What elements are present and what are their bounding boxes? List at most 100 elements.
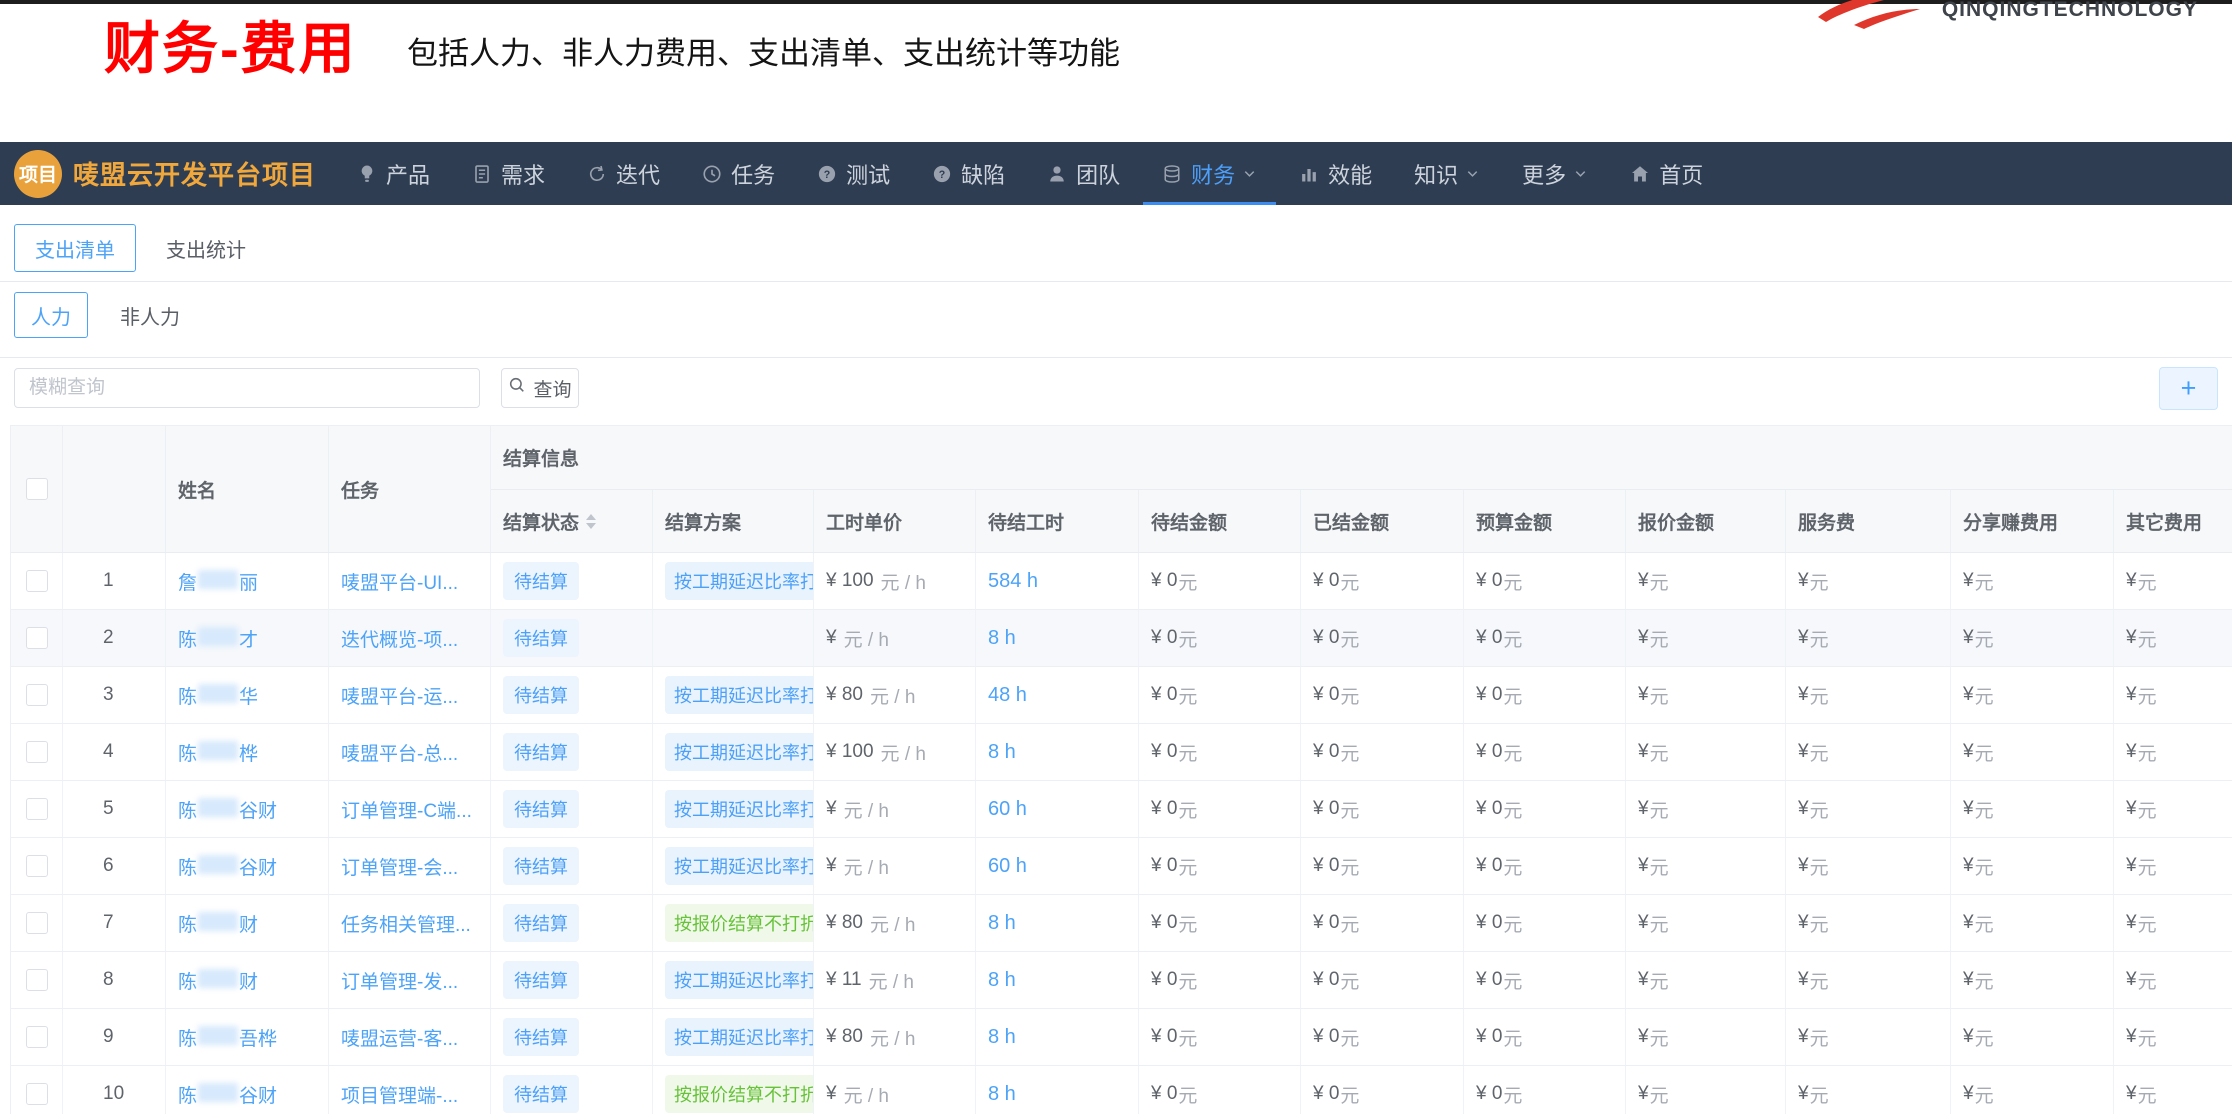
tab-支出清单-active[interactable]: 支出清单 [14,224,136,272]
name-cell: 陈吾桦 [166,1009,329,1066]
nav-item-label: 更多 [1522,158,1566,190]
row-checkbox[interactable] [26,912,48,934]
row-checkbox[interactable] [26,855,48,877]
row-checkbox[interactable] [26,627,48,649]
task-link[interactable]: 任务相关管理... [341,910,471,937]
member-name-link[interactable]: 陈华 [178,682,258,709]
nav-item-效能[interactable]: 效能 [1278,142,1393,205]
subtab-人力-active[interactable]: 人力 [14,292,88,338]
nav-item-产品[interactable]: 产品 [336,142,451,205]
row-checkbox[interactable] [26,684,48,706]
sort-icon[interactable] [586,514,596,529]
row-checkbox[interactable] [26,969,48,991]
pending-hours-link[interactable]: 584 h [988,570,1038,593]
settle-plan-cell: 按工期延迟比率打折 [653,1009,814,1066]
settle-plan-cell: 按工期延迟比率打折 [653,724,814,781]
row-index: 10 [63,1066,166,1114]
nav-item-首页[interactable]: 首页 [1609,142,1724,205]
pending-amount-cell: ¥ 0元 [1139,1009,1301,1066]
tab-支出统计[interactable]: 支出统计 [166,234,246,263]
nav-item-知识[interactable]: 知识 [1393,142,1501,205]
task-link[interactable]: 唛盟平台-运... [341,682,458,709]
nav-item-迭代[interactable]: 迭代 [566,142,681,205]
row-checkbox[interactable] [26,798,48,820]
subtab-非人力[interactable]: 非人力 [120,301,180,330]
pending-hours-link[interactable]: 60 h [988,855,1027,878]
nav-item-团队[interactable]: 团队 [1026,142,1141,205]
settle-plan-badge: 按工期延迟比率打折 [665,733,814,771]
pending-hours-link[interactable]: 8 h [988,1026,1016,1049]
other-fee-cell: ¥ 元 [2114,553,2232,610]
pending-hours-cell: 584 h [976,553,1139,610]
name-cell: 陈财 [166,952,329,1009]
budget-amount-cell: ¥ 0元 [1464,838,1626,895]
pending-hours-cell: 8 h [976,1066,1139,1114]
pending-hours-link[interactable]: 8 h [988,1083,1016,1106]
member-name-link[interactable]: 陈桦 [178,739,258,766]
nav-item-label: 团队 [1076,158,1120,190]
member-name-link[interactable]: 陈财 [178,910,258,937]
task-link[interactable]: 唛盟平台-总... [341,739,458,766]
row-checkbox[interactable] [26,741,48,763]
search-button[interactable]: 查询 [501,368,579,408]
member-name-link[interactable]: 陈财 [178,967,258,994]
row-checkbox[interactable] [26,1026,48,1048]
plus-icon: + [2181,375,2197,402]
member-name-link[interactable]: 陈谷财 [178,853,277,880]
tabs-expense: 支出清单 支出统计 [14,224,246,272]
nav-item-label: 需求 [501,158,545,190]
svg-text:?: ? [939,168,945,180]
row-checkbox[interactable] [26,1083,48,1105]
select-all-checkbox[interactable] [26,478,48,500]
search-input[interactable] [14,368,480,408]
member-name-link[interactable]: 陈谷财 [178,796,277,823]
document-icon [472,164,492,184]
row-index: 2 [63,610,166,667]
other-fee-cell: ¥ 元 [2114,952,2232,1009]
pending-hours-link[interactable]: 8 h [988,912,1016,935]
quote-amount-cell: ¥ 元 [1626,895,1786,952]
settled-amount-cell: ¥ 0元 [1301,667,1464,724]
row-checkbox[interactable] [26,570,48,592]
row-checkbox-cell [11,610,63,667]
hour-rate-cell: ¥ 100元 / h [814,553,976,610]
nav-item-测试[interactable]: ?测试 [796,142,911,205]
page-title: 财务-费用 [104,4,357,85]
member-name-link[interactable]: 陈吾桦 [178,1024,277,1051]
pending-hours-link[interactable]: 48 h [988,684,1027,707]
member-name-link[interactable]: 詹丽 [178,568,258,595]
pending-hours-link[interactable]: 8 h [988,969,1016,992]
nav-item-需求[interactable]: 需求 [451,142,566,205]
task-link[interactable]: 唛盟运营-客... [341,1024,458,1051]
search-button-label: 查询 [533,375,571,402]
pending-hours-link[interactable]: 8 h [988,741,1016,764]
settle-status-cell: 待结算 [491,553,653,610]
member-name-link[interactable]: 陈谷财 [178,1081,277,1108]
top-navbar: 项目 唛盟云开发平台项目 产品需求迭代任务?测试?缺陷团队财务效能知识更多首页 [0,142,2232,205]
nav-item-财务[interactable]: 财务 [1141,142,1278,205]
pending-amount-cell: ¥ 0元 [1139,1066,1301,1114]
quote-amount-cell: ¥ 元 [1626,667,1786,724]
task-link[interactable]: 迭代概览-项... [341,625,458,652]
name-cell: 陈桦 [166,724,329,781]
task-link[interactable]: 唛盟平台-UI... [341,568,458,595]
settle-status-badge: 待结算 [503,961,579,999]
task-link[interactable]: 订单管理-会... [341,853,458,880]
column-header-pending-amount: 待结金额 [1139,490,1301,553]
pending-hours-cell: 48 h [976,667,1139,724]
settled-amount-cell: ¥ 0元 [1301,952,1464,1009]
task-link[interactable]: 订单管理-发... [341,967,458,994]
task-link[interactable]: 项目管理端-... [341,1081,458,1108]
pending-hours-link[interactable]: 60 h [988,798,1027,821]
settle-plan-cell [653,610,814,667]
add-button[interactable]: + [2159,367,2218,410]
pending-hours-link[interactable]: 8 h [988,627,1016,650]
task-link[interactable]: 订单管理-C端... [341,796,472,823]
expense-table: 姓名 任务 结算信息 结算状态 结算方案 工时单价 待结工时 待结金额 已结金额… [11,426,2232,1114]
settled-amount-cell: ¥ 0元 [1301,781,1464,838]
nav-item-缺陷[interactable]: ?缺陷 [911,142,1026,205]
row-index: 8 [63,952,166,1009]
member-name-link[interactable]: 陈才 [178,625,258,652]
nav-item-更多[interactable]: 更多 [1501,142,1609,205]
nav-item-任务[interactable]: 任务 [681,142,796,205]
